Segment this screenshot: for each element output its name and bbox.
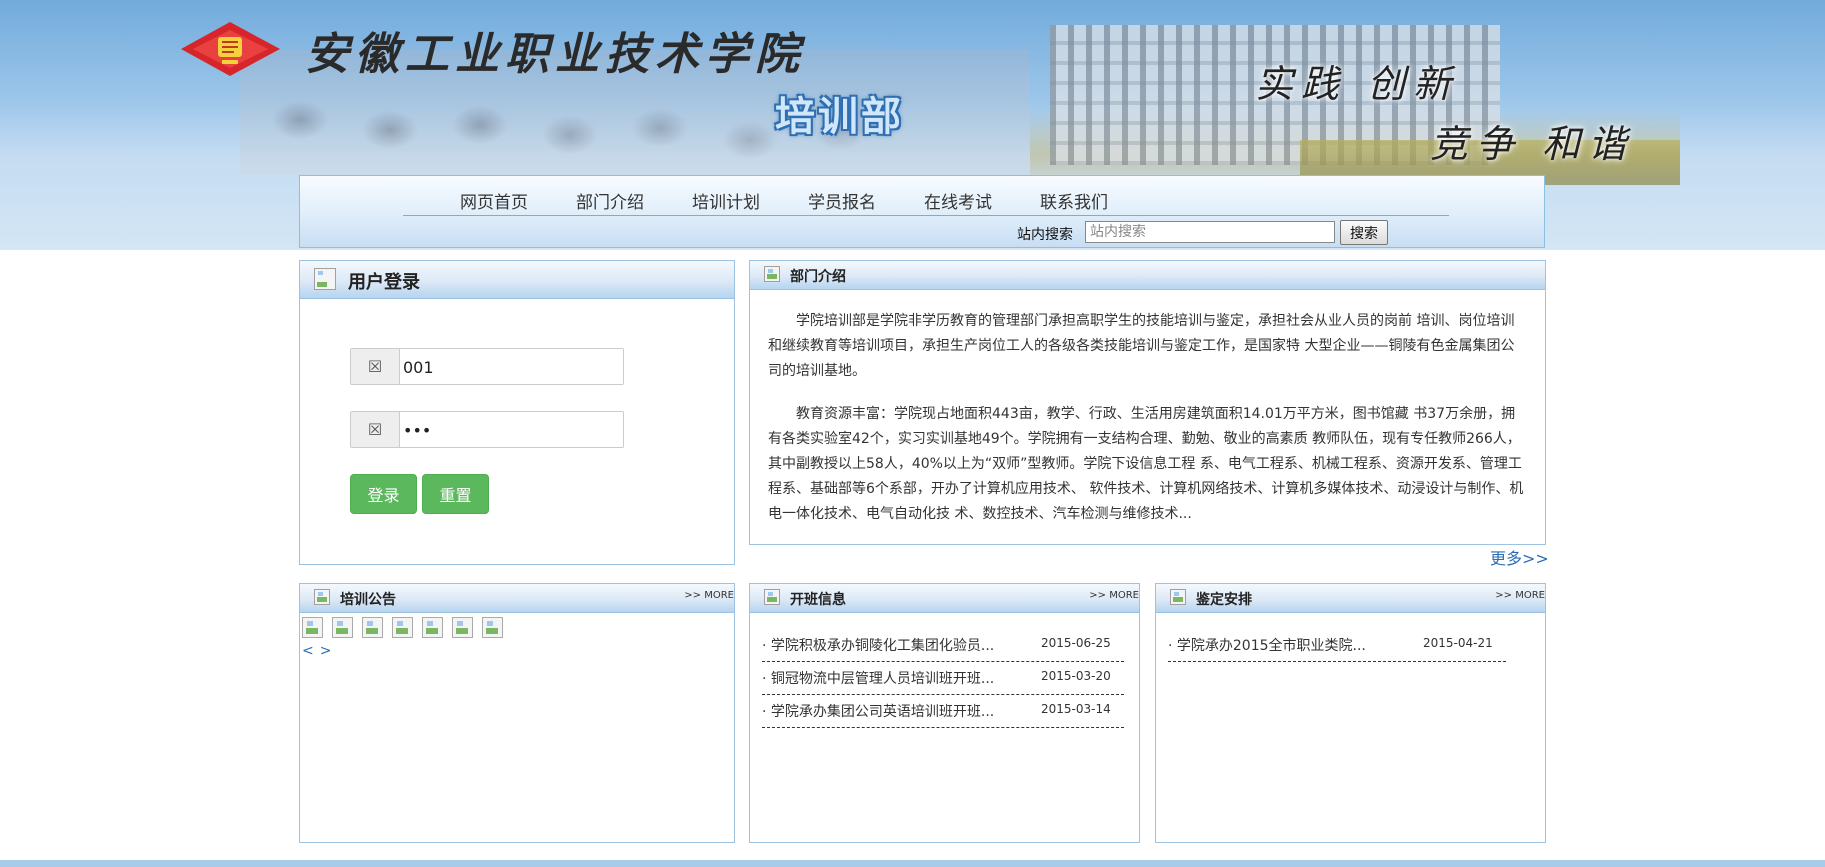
intro-paragraph-1: 学院培训部是学院非学历教育的管理部门承担高职学生的技能培训与鉴定，承担社会从业人…	[768, 313, 1515, 379]
footer-bar	[0, 860, 1825, 867]
dept-intro-panel: 部门介绍 学院培训部是学院非学历教育的管理部门承担高职学生的技能培训与鉴定，承担…	[749, 260, 1546, 545]
arrange-title: 鉴定安排	[1196, 592, 1252, 608]
image-placeholder-icon	[314, 268, 336, 290]
list-item: · 学院承办2015全市职业类院... 2015-04-21	[1168, 629, 1506, 662]
list-item-title[interactable]: · 学院承办集团公司英语培训班开班...	[762, 701, 994, 721]
classes-panel-header: 开班信息 >> MORE	[750, 584, 1139, 613]
user-icon: ☒	[351, 349, 400, 384]
list-item-date: 2015-06-25	[1041, 636, 1111, 650]
login-panel: 用户登录 ☒ ☒ 登录 重置	[299, 260, 735, 565]
image-placeholder-icon	[314, 589, 330, 605]
thumbnail-image[interactable]	[482, 617, 503, 638]
nav-item-signup[interactable]: 学员报名	[808, 188, 876, 213]
nav-item-home[interactable]: 网页首页	[460, 188, 528, 213]
list-item-date: 2015-03-14	[1041, 702, 1111, 716]
pager-next-button[interactable]: >	[320, 643, 332, 659]
notice-pager: < >	[302, 643, 337, 659]
login-panel-header: 用户登录	[300, 261, 734, 299]
classes-title: 开班信息	[790, 592, 846, 608]
notice-panel: 培训公告 >> MORE < >	[299, 583, 735, 843]
nav-divider	[403, 215, 1449, 216]
classes-more-link[interactable]: >> MORE	[1089, 590, 1139, 601]
pager-prev-button[interactable]: <	[302, 643, 314, 659]
reset-button[interactable]: 重置	[422, 474, 489, 514]
login-button[interactable]: 登录	[350, 474, 417, 514]
list-item-date: 2015-04-21	[1423, 636, 1493, 650]
thumbnail-image[interactable]	[362, 617, 383, 638]
arrange-list: · 学院承办2015全市职业类院... 2015-04-21	[1168, 629, 1506, 662]
notice-title: 培训公告	[340, 592, 396, 608]
school-name: 安徽工业职业技术学院	[305, 29, 805, 80]
appraisal-panel: 鉴定安排 >> MORE · 学院承办2015全市职业类院... 2015-04…	[1155, 583, 1546, 843]
image-placeholder-icon	[764, 589, 780, 605]
search-button[interactable]: 搜索	[1340, 220, 1388, 245]
notice-more-link[interactable]: >> MORE	[684, 590, 734, 601]
password-input[interactable]	[401, 416, 620, 444]
thumbnail-image[interactable]	[422, 617, 443, 638]
arrange-more-link[interactable]: >> MORE	[1495, 590, 1545, 601]
lock-icon: ☒	[351, 412, 400, 447]
slogan-line1: 实践 创新	[1255, 62, 1460, 106]
list-item-date: 2015-03-20	[1041, 669, 1111, 683]
dept-name: 培训部	[775, 94, 904, 140]
nav-menu: 网页首页 部门介绍 培训计划 学员报名 在线考试 联系我们	[460, 188, 1156, 213]
list-item: · 铜冠物流中层管理人员培训班开班... 2015-03-20	[762, 662, 1124, 695]
intro-panel-header: 部门介绍	[750, 261, 1545, 290]
intro-paragraph-2: 教育资源丰富：学院现占地面积443亩，教学、行政、生活用房建筑面积14.01万平…	[768, 406, 1524, 522]
notice-panel-header: 培训公告 >> MORE	[300, 584, 734, 613]
password-field: ☒	[350, 411, 624, 448]
thumbnail-image[interactable]	[302, 617, 323, 638]
search-label: 站内搜索	[1017, 227, 1073, 243]
username-field: ☒	[350, 348, 624, 385]
nav-item-contact[interactable]: 联系我们	[1040, 188, 1108, 213]
username-input[interactable]	[401, 353, 620, 381]
search-input[interactable]	[1085, 221, 1335, 243]
list-item-title[interactable]: · 学院积极承办铜陵化工集团化验员...	[762, 635, 994, 655]
nav-item-plan[interactable]: 培训计划	[692, 188, 760, 213]
image-placeholder-icon	[764, 266, 780, 282]
arrange-panel-header: 鉴定安排 >> MORE	[1156, 584, 1545, 613]
school-logo-icon	[181, 22, 280, 76]
image-placeholder-icon	[1170, 589, 1186, 605]
list-item-title[interactable]: · 学院承办2015全市职业类院...	[1168, 635, 1366, 655]
list-item: · 学院承办集团公司英语培训班开班... 2015-03-14	[762, 695, 1124, 728]
list-item: · 学院积极承办铜陵化工集团化验员... 2015-06-25	[762, 629, 1124, 662]
notice-thumbnails	[302, 617, 512, 638]
nav-item-exam[interactable]: 在线考试	[924, 188, 992, 213]
class-info-panel: 开班信息 >> MORE · 学院积极承办铜陵化工集团化验员... 2015-0…	[749, 583, 1140, 843]
login-title: 用户登录	[348, 272, 420, 293]
slogan-line2: 竞争 和谐	[1430, 122, 1635, 166]
nav-item-dept[interactable]: 部门介绍	[576, 188, 644, 213]
intro-text: 学院培训部是学院非学历教育的管理部门承担高职学生的技能培训与鉴定，承担社会从业人…	[768, 309, 1528, 545]
thumbnail-image[interactable]	[392, 617, 413, 638]
intro-title: 部门介绍	[790, 269, 846, 285]
thumbnail-image[interactable]	[452, 617, 473, 638]
thumbnail-image[interactable]	[332, 617, 353, 638]
list-item-title[interactable]: · 铜冠物流中层管理人员培训班开班...	[762, 668, 994, 688]
intro-more-link[interactable]: 更多>>	[1490, 545, 1549, 569]
nav-bar: 网页首页 部门介绍 培训计划 学员报名 在线考试 联系我们 站内搜索 搜索	[299, 175, 1545, 248]
classes-list: · 学院积极承办铜陵化工集团化验员... 2015-06-25 · 铜冠物流中层…	[762, 629, 1124, 728]
